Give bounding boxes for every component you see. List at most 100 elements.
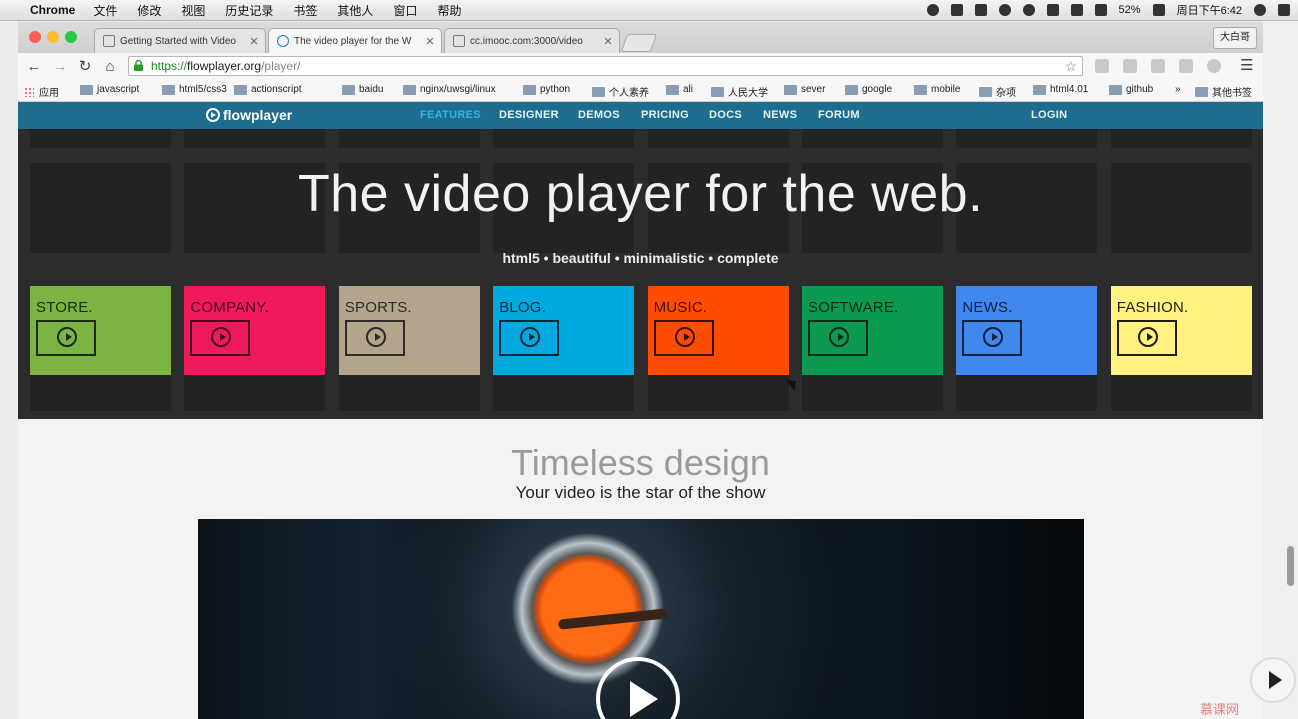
video-play-button[interactable]	[596, 657, 680, 719]
nav-forum[interactable]: FORUM	[818, 109, 860, 121]
baidu-paw-icon[interactable]	[998, 4, 1011, 16]
background-scrollbar-thumb[interactable]	[1287, 546, 1294, 586]
address-bar[interactable]: https://flowplayer.org/player/ ☆	[128, 56, 1083, 76]
category-tile-blog[interactable]: BLOG.	[493, 286, 635, 375]
bookmark-folder[interactable]: html4.01	[1033, 84, 1088, 95]
zoom-window-button[interactable]	[65, 31, 77, 43]
nav-news[interactable]: NEWS	[763, 109, 797, 121]
menu-file[interactable]: 文件	[93, 2, 117, 19]
extension-icon[interactable]	[1095, 59, 1109, 73]
spotlight-search-icon[interactable]	[1254, 4, 1266, 16]
menu-people[interactable]: 其他人	[337, 2, 373, 19]
bookmark-apps[interactable]: 应用	[24, 84, 59, 99]
back-arrow-icon[interactable]: ←	[24, 57, 44, 77]
home-icon[interactable]: ⌂	[100, 57, 120, 77]
menu-bookmarks[interactable]: 书签	[293, 2, 317, 19]
bookmark-folder[interactable]: python	[523, 84, 570, 95]
minimize-window-button[interactable]	[47, 31, 59, 43]
battery-icon[interactable]	[1152, 4, 1165, 16]
category-tile-news[interactable]: NEWS.	[956, 286, 1098, 375]
category-tile-store[interactable]: STORE.	[30, 286, 171, 375]
category-tile-company[interactable]: COMPANY.	[184, 286, 326, 375]
category-tile-sports[interactable]: SPORTS.	[338, 286, 480, 375]
bookmark-folder[interactable]: actionscript	[234, 84, 302, 95]
category-play-button[interactable]	[962, 320, 1023, 356]
category-play-button[interactable]	[808, 320, 868, 356]
tab-flowplayer[interactable]: The video player for the W ✕	[268, 28, 442, 53]
menu-edit[interactable]: 修改	[137, 2, 161, 19]
bookmark-folder[interactable]: google	[845, 84, 892, 95]
close-window-button[interactable]	[29, 31, 41, 43]
desktop-background-left	[0, 21, 19, 719]
hero-section: The video player for the web. html5 • be…	[18, 129, 1263, 419]
bookmark-folder[interactable]: baidu	[342, 84, 383, 95]
record-icon[interactable]	[926, 4, 939, 16]
profile-button[interactable]: 大白哥	[1213, 27, 1257, 49]
bookmark-folder[interactable]: github	[1109, 84, 1153, 95]
overlay-play-button[interactable]	[1250, 657, 1296, 703]
category-play-button[interactable]	[1116, 320, 1177, 356]
shield-icon[interactable]	[1179, 59, 1193, 73]
lock-icon	[134, 60, 143, 71]
extension-icon[interactable]	[1151, 59, 1165, 73]
battery-percent[interactable]: 52%	[1119, 4, 1141, 16]
reload-icon[interactable]: ↻	[75, 57, 95, 77]
nav-login[interactable]: LOGIN	[1031, 109, 1067, 121]
bookmark-folder[interactable]: javascript	[80, 84, 139, 95]
menubar-clock[interactable]: 周日下午6:42	[1177, 2, 1242, 18]
bookmark-other-folder[interactable]: 其他书签	[1195, 84, 1252, 99]
menu-history[interactable]: 历史记录	[225, 2, 273, 19]
nav-designer[interactable]: DESIGNER	[499, 109, 559, 121]
bookmark-folder[interactable]: ali	[666, 84, 693, 95]
globe-icon[interactable]	[1207, 59, 1221, 73]
category-play-button[interactable]	[499, 320, 560, 356]
tab-getting-started[interactable]: Getting Started with Video ✕	[94, 28, 266, 53]
category-tile-software[interactable]: SOFTWARE.	[802, 286, 943, 375]
bookmark-star-icon[interactable]: ☆	[1064, 57, 1077, 75]
bookmarks-overflow-chevron[interactable]: »	[1175, 84, 1181, 95]
category-tile-fashion[interactable]: FASHION.	[1110, 286, 1252, 375]
close-tab-icon[interactable]: ✕	[423, 35, 437, 48]
flowplayer-logo[interactable]: flowplayer	[206, 107, 292, 123]
bookmark-folder[interactable]: sever	[784, 84, 825, 95]
chrome-menu-icon[interactable]: ☰	[1240, 56, 1253, 74]
nav-demos[interactable]: DEMOS	[578, 109, 620, 121]
bookmark-label: nginx/uwsgi/linux	[420, 84, 496, 95]
extension-icon[interactable]	[1123, 59, 1137, 73]
menu-app-chrome[interactable]: Chrome	[30, 3, 75, 17]
new-tab-button[interactable]	[620, 34, 658, 52]
bookmark-folder[interactable]: 个人素养	[592, 84, 649, 99]
close-tab-icon[interactable]: ✕	[247, 35, 261, 48]
category-tile-music[interactable]: MUSIC.	[647, 286, 789, 375]
close-tab-icon[interactable]: ✕	[601, 35, 615, 48]
bookmark-folder[interactable]: nginx/uwsgi/linux	[403, 84, 496, 95]
nav-docs[interactable]: DOCS	[709, 109, 742, 121]
forward-arrow-icon[interactable]: →	[50, 57, 70, 77]
tab-imooc-video[interactable]: cc.imooc.com:3000/video ✕	[444, 28, 620, 53]
notification-center-icon[interactable]	[1278, 4, 1290, 16]
play-icon	[683, 333, 690, 341]
menu-view[interactable]: 视图	[181, 2, 205, 19]
background-tile	[493, 371, 635, 411]
logo-text: flowplayer	[223, 107, 293, 123]
keyboard-icon[interactable]	[974, 4, 987, 16]
category-play-button[interactable]	[190, 320, 251, 356]
category-play-button[interactable]	[653, 320, 714, 356]
nav-pricing[interactable]: PRICING	[641, 109, 689, 121]
video-player[interactable]	[198, 519, 1084, 719]
nav-features[interactable]: FEATURES	[420, 109, 481, 121]
category-play-button[interactable]	[36, 320, 96, 356]
background-tile	[956, 371, 1098, 411]
wifi-icon[interactable]	[1046, 4, 1059, 16]
bookmark-folder[interactable]: mobile	[914, 84, 960, 95]
bookmark-folder[interactable]: 人民大学	[711, 84, 768, 99]
bookmark-folder[interactable]: html5/css3	[162, 84, 227, 95]
category-play-button[interactable]	[344, 320, 405, 356]
activity-monitor-icon[interactable]	[1094, 4, 1107, 16]
bluetooth-icon[interactable]	[1022, 4, 1035, 16]
menu-help[interactable]: 帮助	[437, 2, 461, 19]
bookmark-folder[interactable]: 杂项	[979, 84, 1016, 99]
evernote-icon[interactable]	[950, 4, 963, 16]
menu-window[interactable]: 窗口	[393, 2, 417, 19]
volume-icon[interactable]	[1070, 4, 1083, 16]
